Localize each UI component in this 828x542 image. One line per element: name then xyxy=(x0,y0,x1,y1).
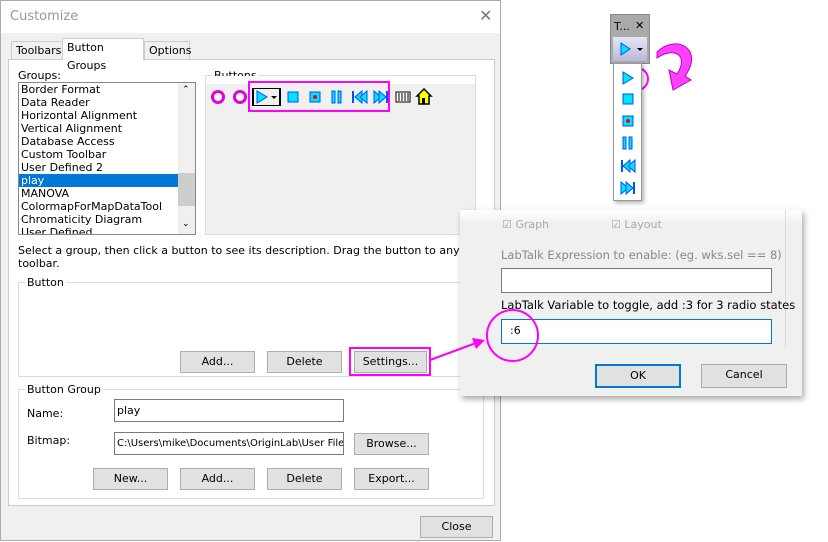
close-button[interactable]: Close xyxy=(420,516,493,538)
groups-list[interactable]: Border Format Data Reader Horizontal Align… xyxy=(18,82,196,235)
down-arrow-circle-icon xyxy=(233,90,247,104)
highlight-play-buttons xyxy=(248,81,390,112)
graph-label: Graph xyxy=(515,218,550,231)
scroll-up-icon[interactable]: ⌃ xyxy=(182,85,190,95)
name-input[interactable]: play xyxy=(114,399,344,422)
list-item[interactable]: Horizontal Alignment xyxy=(19,109,179,122)
group-delete-button[interactable]: Delete xyxy=(267,468,342,490)
list-item[interactable]: User Defined xyxy=(19,226,179,234)
list-item[interactable]: Custom Toolbar xyxy=(19,148,179,161)
highlight-settings xyxy=(349,347,431,376)
hint-text: Select a group, then click a button to s… xyxy=(18,244,460,270)
toolbar-title: T... xyxy=(614,20,630,33)
equalizer-icon xyxy=(395,91,411,103)
bitmap-input[interactable]: C:\Users\mike\Documents\OriginLab\User F… xyxy=(114,432,344,455)
rewind-icon xyxy=(621,158,636,174)
list-item[interactable]: Border Format xyxy=(19,83,179,96)
bitmap-label: Bitmap: xyxy=(27,434,71,447)
list-item[interactable]: Database Access xyxy=(19,135,179,148)
delete-button[interactable]: Delete xyxy=(267,351,342,373)
graph-checkbox[interactable]: ☑ Graph xyxy=(502,218,549,231)
highlight-var-circle xyxy=(486,309,539,362)
dialog-title: Customize xyxy=(10,9,79,24)
list-scrollbar[interactable]: ⌃ ⌄ xyxy=(178,83,195,234)
button-section-label: Button xyxy=(25,276,66,289)
play-dropdown-button[interactable] xyxy=(613,37,647,61)
toolbar-close-icon[interactable]: ✕ xyxy=(635,19,644,32)
fast-forward-icon xyxy=(620,180,635,196)
var-label: LabTalk Variable to toggle, add :3 for 3… xyxy=(501,298,796,312)
scroll-down-icon[interactable]: ⌄ xyxy=(182,219,190,229)
cancel-button[interactable]: Cancel xyxy=(701,364,787,388)
curved-arrow-icon xyxy=(656,43,692,91)
list-item[interactable]: Vertical Alignment xyxy=(19,122,179,135)
play-icon xyxy=(622,71,634,85)
expr-input[interactable] xyxy=(501,268,772,293)
tab-options[interactable]: Options xyxy=(144,41,191,59)
settings-dialog: ☑ Graph ☑ Layout LabTalk Expression to e… xyxy=(460,210,802,396)
customize-dialog: Customize ✕ Toolbars Button Groups Optio… xyxy=(0,0,501,541)
expr-label: LabTalk Expression to enable: (eg. wks.s… xyxy=(501,248,782,262)
record-icon xyxy=(622,115,634,127)
groups-label: Groups: xyxy=(18,69,61,82)
down-arrow-circle-icon xyxy=(211,90,225,104)
scroll-thumb[interactable] xyxy=(178,173,195,206)
list-item[interactable]: User Defined 2 xyxy=(19,161,179,174)
browse-button[interactable]: Browse... xyxy=(354,433,429,455)
play-dropdown-menu xyxy=(613,63,642,201)
tab-toolbars[interactable]: Toolbars xyxy=(11,41,63,59)
arrow-icon xyxy=(429,338,485,361)
close-icon[interactable]: ✕ xyxy=(479,6,492,25)
list-item[interactable]: Data Reader xyxy=(19,96,179,109)
list-item[interactable]: play xyxy=(19,174,179,187)
title-bar: Customize ✕ xyxy=(1,1,500,33)
list-item[interactable]: ColormapForMapDataTool xyxy=(19,200,179,213)
pause-icon xyxy=(622,136,633,150)
name-label: Name: xyxy=(27,407,64,420)
group-add-button[interactable]: Add... xyxy=(180,468,255,490)
layout-label: Layout xyxy=(624,218,662,231)
var-input[interactable]: :6 xyxy=(501,319,772,344)
button-group-label: Button Group xyxy=(25,383,103,396)
new-button[interactable]: New... xyxy=(93,468,168,490)
house-icon xyxy=(415,87,433,105)
layout-checkbox[interactable]: ☑ Layout xyxy=(611,218,662,231)
ok-button[interactable]: OK xyxy=(595,364,681,388)
list-item[interactable]: Chromaticity Diagram xyxy=(19,213,179,226)
list-item[interactable]: MANOVA xyxy=(19,187,179,200)
stop-icon xyxy=(622,93,634,105)
export-button[interactable]: Export... xyxy=(354,468,429,490)
tab-button-groups[interactable]: Button Groups xyxy=(62,38,144,72)
add-button[interactable]: Add... xyxy=(180,351,255,373)
floating-toolbar: T... ✕ xyxy=(610,14,650,64)
